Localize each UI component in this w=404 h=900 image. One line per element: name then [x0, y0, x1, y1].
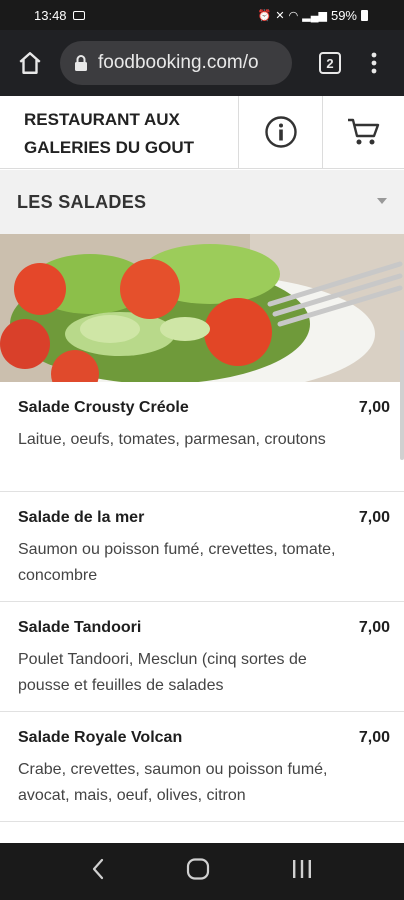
page-scrollbar[interactable] [400, 330, 404, 460]
browser-toolbar: foodbooking.com/o 2 [0, 30, 404, 96]
menu-item-name: Salade Tandoori [18, 619, 142, 636]
menu-item-price: 7,00 [358, 729, 390, 746]
category-dropdown[interactable]: LES SALADES [0, 170, 404, 234]
battery-icon [361, 9, 368, 21]
recents-button[interactable] [291, 859, 313, 884]
system-nav-bar [0, 843, 404, 900]
menu-item-name: Salade Crousty Créole [18, 399, 189, 416]
menu-item-price: 7,00 [358, 509, 390, 526]
wifi-icon: ◠ [288, 9, 299, 22]
menu-item-name: Salade Royale Volcan [18, 729, 183, 746]
home-button[interactable] [6, 39, 54, 87]
home-icon [19, 52, 41, 74]
home-circle-icon [186, 858, 210, 880]
restaurant-name: RESTAURANT AUX GALERIES DU GOUT [0, 96, 239, 168]
menu-item[interactable]: Salade Royale Volcan 7,00 Crabe, crevett… [0, 712, 404, 822]
category-label: LES SALADES [17, 191, 147, 212]
status-bar: 13:48 ⏰ ✕ ◠ ▂▄▆ 59% [0, 0, 404, 30]
restaurant-header: RESTAURANT AUX GALERIES DU GOUT [0, 96, 404, 169]
signal-icon: ▂▄▆ [302, 9, 327, 22]
more-vert-icon [371, 52, 377, 74]
screen-icon [72, 10, 85, 20]
status-time: 13:48 [34, 7, 67, 23]
menu-item-name: Salade de la mer [18, 509, 145, 526]
tab-count: 2 [319, 52, 341, 74]
recents-icon [293, 860, 312, 878]
menu-item-description: Laitue, oeufs, tomates, parmesan, crouto… [18, 431, 326, 448]
info-icon [264, 116, 297, 148]
restaurant-name-line1: RESTAURANT AUX [24, 110, 180, 129]
cart-icon [347, 118, 379, 145]
menu-item-list: Salade Crousty Créole 7,00 Laitue, oeufs… [0, 382, 404, 822]
chevron-down-icon [377, 198, 387, 204]
mute-icon: ✕ [275, 9, 285, 22]
menu-item-price: 7,00 [358, 619, 390, 636]
url-text: foodbooking.com/o [98, 52, 259, 73]
menu-item-description: Saumon ou poisson fumé, crevettes, tomat… [18, 541, 336, 584]
info-button[interactable] [239, 96, 323, 168]
lock-icon [75, 55, 87, 71]
back-icon [92, 858, 103, 880]
menu-item[interactable]: Salade Tandoori 7,00 Poulet Tandoori, Me… [0, 602, 404, 712]
address-bar[interactable]: foodbooking.com/o [60, 41, 292, 85]
restaurant-name-line2: GALERIES DU GOUT [24, 138, 195, 157]
menu-item[interactable]: Salade Crousty Créole 7,00 Laitue, oeufs… [0, 382, 404, 492]
menu-item-price: 7,00 [358, 399, 390, 416]
menu-item-description: Poulet Tandoori, Mesclun (cinq sortes de… [18, 651, 307, 694]
alarm-icon: ⏰ [257, 9, 272, 22]
menu-item[interactable]: Salade de la mer 7,00 Saumon ou poisson … [0, 492, 404, 602]
browser-menu-button[interactable] [354, 39, 394, 87]
back-button[interactable] [91, 858, 105, 885]
cart-button[interactable] [323, 96, 404, 168]
home-nav-button[interactable] [186, 858, 210, 885]
battery-level: 59% [330, 7, 357, 23]
tab-switcher-button[interactable]: 2 [306, 39, 354, 87]
category-image [0, 234, 404, 382]
menu-item-description: Crabe, crevettes, saumon ou poisson fumé… [18, 761, 328, 804]
